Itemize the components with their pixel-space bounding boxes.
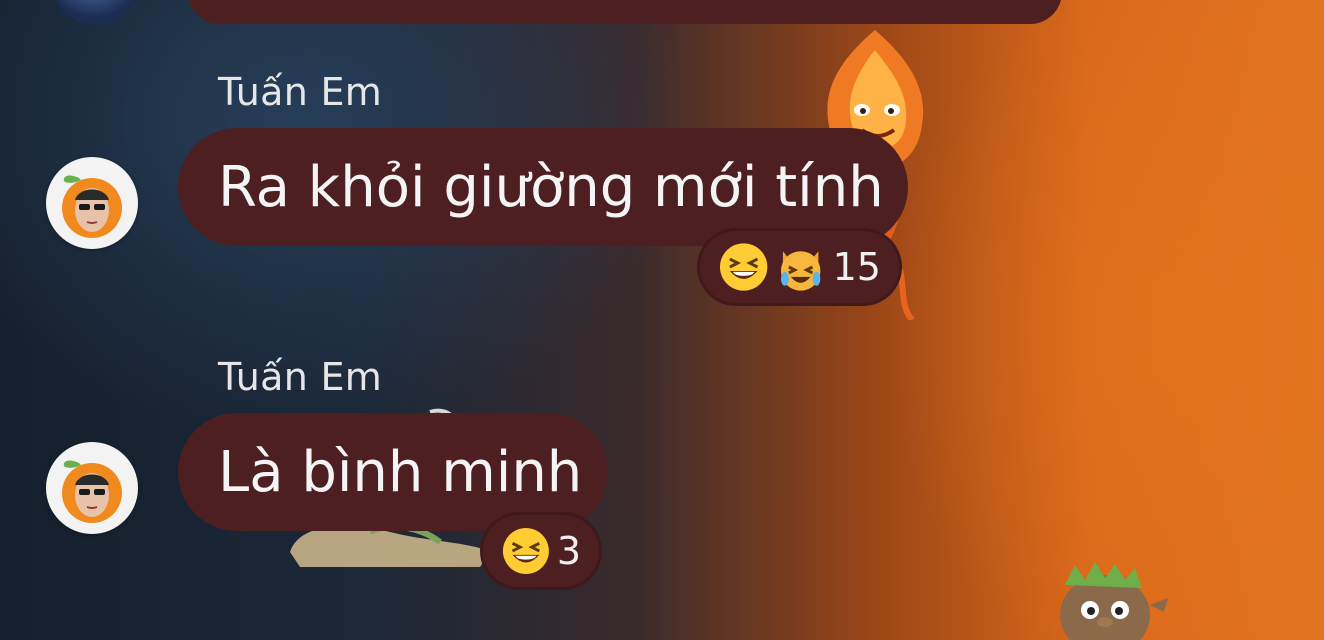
reaction-pill[interactable]: 3 [480, 512, 602, 590]
sender-avatar[interactable] [46, 442, 138, 534]
previous-sender-avatar[interactable] [52, 0, 136, 24]
orange-avatar-icon [62, 175, 122, 238]
message-text: Là bình minh [218, 439, 583, 505]
sender-name: Tuấn Em [218, 355, 383, 399]
sender-avatar[interactable] [46, 157, 138, 249]
tree-character-sticker [1060, 562, 1168, 640]
reaction-count: 3 [556, 529, 581, 573]
grinning-squinting-face-icon [719, 243, 768, 291]
reaction-count: 15 [832, 245, 881, 289]
grinning-squinting-face-icon [502, 528, 549, 574]
cat-tears-of-joy-icon [781, 251, 821, 291]
sender-name: Tuấn Em [218, 70, 383, 114]
reaction-pill[interactable]: 15 [697, 228, 902, 306]
message-text: Ra khỏi giường mới tính [218, 154, 884, 220]
orange-avatar-icon [62, 460, 122, 523]
